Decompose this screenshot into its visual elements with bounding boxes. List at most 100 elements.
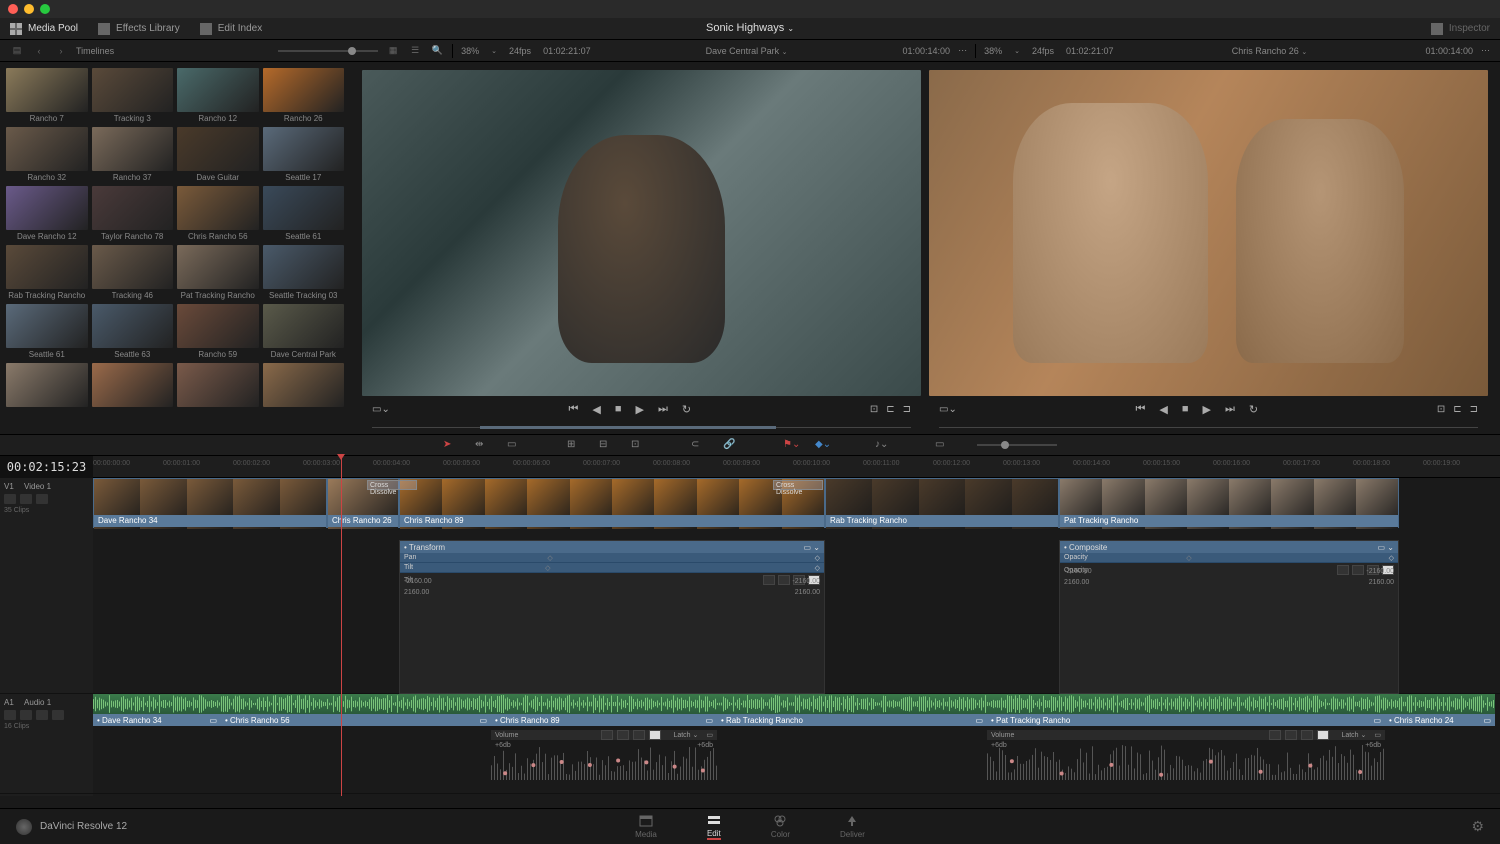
source-scrubber[interactable]	[372, 424, 911, 432]
selection-tool-icon[interactable]: ➤	[443, 439, 457, 451]
tl-stop-icon[interactable]: ■	[1182, 403, 1189, 415]
thumbnail-size-slider[interactable]	[278, 50, 378, 52]
video-track-1[interactable]: Dave Rancho 34Chris Rancho 26Chris Ranch…	[93, 478, 1500, 694]
media-clip[interactable]: Tracking 3	[92, 68, 174, 123]
timeline-options-icon[interactable]: ▭	[935, 439, 949, 451]
audio-icon[interactable]: ♪⌄	[875, 439, 889, 451]
zoom-slider[interactable]	[977, 444, 1057, 446]
source-mode-icon[interactable]: ▭⌄	[372, 404, 390, 415]
forward-button[interactable]: ›	[54, 44, 68, 58]
bin-view-icon[interactable]: ▤	[10, 44, 24, 58]
marker-icon[interactable]: ◆⌄	[815, 439, 829, 451]
media-clip[interactable]: Rancho 59	[177, 304, 259, 359]
media-clip[interactable]: Seattle 63	[92, 304, 174, 359]
video-clip[interactable]: Chris Rancho 89	[399, 478, 825, 528]
inspector-toggle[interactable]: Inspector	[1431, 23, 1490, 35]
a-track-lock-icon[interactable]	[4, 710, 16, 720]
loop-icon[interactable]: ↻	[682, 403, 691, 416]
snap-icon[interactable]: ⊂	[691, 439, 705, 451]
video-track-header[interactable]: V1 Video 1 35 Clips	[0, 478, 93, 694]
curve-linear-icon[interactable]	[763, 575, 775, 585]
playhead[interactable]	[341, 456, 342, 796]
flag-icon[interactable]: ⚑⌄	[783, 439, 797, 451]
media-clip[interactable]: Rancho 7	[6, 68, 88, 123]
timeline-scrubber[interactable]	[939, 424, 1478, 432]
nav-deliver[interactable]: Deliver	[840, 814, 865, 839]
timeline-zoom[interactable]: 38%	[984, 46, 1002, 56]
audio-clip[interactable]: • Chris Rancho 56▭	[221, 694, 491, 730]
maximize-window-icon[interactable]	[40, 4, 50, 14]
media-clip[interactable]: Rancho 12	[177, 68, 259, 123]
media-clip[interactable]: Chris Rancho 56	[177, 186, 259, 241]
mark-in-icon[interactable]: ⊏	[886, 404, 894, 415]
trim-tool-icon[interactable]: ⇹	[475, 439, 489, 451]
timeline-name[interactable]: Chris Rancho 26	[1232, 46, 1299, 56]
track-view-icon[interactable]	[36, 494, 48, 504]
search-icon[interactable]: 🔍	[430, 44, 444, 58]
media-clip[interactable]: Rancho 32	[6, 127, 88, 182]
media-clip[interactable]: Pat Tracking Rancho	[177, 245, 259, 300]
audio-track-header[interactable]: A1 Audio 1 16 Clips	[0, 694, 93, 794]
step-back-icon[interactable]: ◀	[592, 403, 600, 416]
audio-clip[interactable]: • Dave Rancho 34▭	[93, 694, 221, 730]
media-clip[interactable]: Dave Rancho 12	[6, 186, 88, 241]
nav-color[interactable]: Color	[771, 814, 790, 839]
media-clip[interactable]: Taylor Rancho 78	[92, 186, 174, 241]
media-clip[interactable]: Seattle 61	[6, 304, 88, 359]
curve-ease-icon[interactable]	[778, 575, 790, 585]
close-window-icon[interactable]	[8, 4, 18, 14]
media-clip[interactable]: Seattle 61	[263, 186, 345, 241]
source-clip-name[interactable]: Dave Central Park	[706, 46, 780, 56]
media-clip[interactable]	[92, 363, 174, 409]
audio-clip[interactable]: • Chris Rancho 24▭	[1385, 694, 1495, 730]
media-clip[interactable]: Dave Guitar	[177, 127, 259, 182]
media-clip[interactable]: Tracking 46	[92, 245, 174, 300]
first-frame-icon[interactable]: ⏮	[569, 403, 579, 416]
timeline-mode-icon[interactable]: ▭⌄	[939, 404, 957, 415]
cross-dissolve-transition[interactable]: Cross Dissolve	[367, 480, 417, 490]
media-clip[interactable]: Seattle 17	[263, 127, 345, 182]
insert-icon[interactable]: ⊞	[567, 439, 581, 451]
list-view-icon[interactable]: ☰	[408, 44, 422, 58]
media-clip[interactable]	[6, 363, 88, 409]
media-clip[interactable]: Rancho 37	[92, 127, 174, 182]
audio-track-1[interactable]: • Dave Rancho 34▭• Chris Rancho 56▭ • Chr…	[93, 694, 1500, 794]
thumbnail-view-icon[interactable]: ▦	[386, 44, 400, 58]
project-title[interactable]: Sonic Highways ⌄	[706, 22, 794, 34]
audio-clip[interactable]: • Rab Tracking Rancho▭	[717, 694, 987, 730]
track-lock-icon[interactable]	[4, 494, 16, 504]
edit-index-toggle[interactable]: Edit Index	[200, 23, 262, 35]
tl-step-back-icon[interactable]: ◀	[1159, 403, 1167, 416]
overwrite-icon[interactable]: ⊟	[599, 439, 613, 451]
source-viewer-image[interactable]	[362, 70, 921, 396]
settings-icon[interactable]: ⚙	[1471, 818, 1484, 835]
media-clip[interactable]: Rab Tracking Rancho	[6, 245, 88, 300]
replace-icon[interactable]: ⊡	[631, 439, 645, 451]
tl-mark-in-icon[interactable]: ⊏	[1453, 404, 1461, 415]
play-icon[interactable]: ▶	[636, 403, 644, 416]
curve-ease-icon[interactable]	[1352, 565, 1364, 575]
a-track-solo-icon[interactable]	[20, 710, 32, 720]
link-icon[interactable]: 🔗	[723, 439, 737, 451]
source-zoom[interactable]: 38%	[461, 46, 479, 56]
mark-out-icon[interactable]: ⊐	[903, 404, 911, 415]
effects-library-toggle[interactable]: Effects Library	[98, 23, 180, 35]
media-pool-toggle[interactable]: Media Pool	[10, 23, 78, 35]
tl-first-frame-icon[interactable]: ⏮	[1136, 403, 1146, 416]
media-clip[interactable]: Dave Central Park	[263, 304, 345, 359]
timeline-viewer-image[interactable]	[929, 70, 1488, 396]
tl-mark-out-icon[interactable]: ⊐	[1470, 404, 1478, 415]
audio-clip[interactable]: • Pat Tracking Rancho▭	[987, 694, 1385, 730]
tl-play-icon[interactable]: ▶	[1203, 403, 1211, 416]
stop-icon[interactable]: ■	[615, 403, 622, 415]
back-button[interactable]: ‹	[32, 44, 46, 58]
tl-last-frame-icon[interactable]: ⏭	[1225, 403, 1235, 416]
video-clip[interactable]: Dave Rancho 34	[93, 478, 327, 528]
match-frame-icon[interactable]: ⊡	[870, 404, 878, 415]
cross-dissolve-transition[interactable]: Cross Dissolve	[773, 480, 823, 490]
media-clip[interactable]: Rancho 26	[263, 68, 345, 123]
timeline-options-icon[interactable]: ⋯	[1481, 45, 1490, 56]
minimize-window-icon[interactable]	[24, 4, 34, 14]
blade-tool-icon[interactable]: ▭	[507, 439, 521, 451]
curve-linear-icon[interactable]	[1337, 565, 1349, 575]
